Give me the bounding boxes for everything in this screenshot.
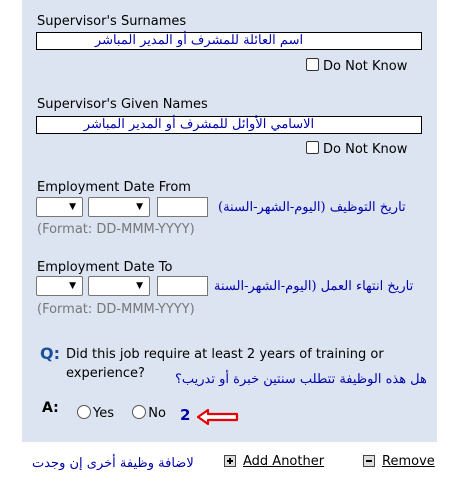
question-marker: Q: — [40, 344, 60, 363]
supervisor-given-names-arabic-label: الاسامي الأوائل للمشرف أو المدير المباشر — [83, 117, 315, 132]
remove-icon[interactable] — [363, 455, 375, 467]
chevron-down-icon: ▼ — [136, 202, 143, 212]
annotation-number: 2 — [180, 406, 191, 424]
supervisor-given-names-input[interactable]: الاسامي الأوائل للمشرف أو المدير المباشر — [36, 116, 422, 134]
to-day-select[interactable]: ▼ — [36, 276, 83, 296]
supervisor-surnames-input[interactable]: اسم العائلة للمشرف أو المدير المباشر — [36, 32, 422, 50]
supervisor-surnames-label: Supervisor's Surnames — [37, 14, 187, 29]
chevron-down-icon: ▼ — [69, 202, 76, 212]
chevron-down-icon: ▼ — [69, 281, 76, 291]
employment-date-from-arabic: تاريخ التوظيف (اليوم-الشهر-السنة) — [218, 200, 406, 215]
employment-date-to-label: Employment Date To — [37, 260, 173, 275]
no-label: No — [148, 406, 166, 421]
answer-options: Yes No — [77, 405, 166, 421]
add-another-arabic: لاضافة وظيفة أخرى إن وجدت — [32, 456, 194, 471]
from-day-select[interactable]: ▼ — [36, 197, 83, 217]
employment-date-from-label: Employment Date From — [37, 180, 191, 195]
yes-radio[interactable] — [77, 405, 91, 419]
question-arabic: هل هذه الوظيفة تتطلب سنتين خبرة أو تدريب… — [175, 372, 427, 387]
surnames-do-not-know-checkbox[interactable] — [306, 58, 319, 71]
given-names-do-not-know[interactable]: Do Not Know — [306, 141, 407, 157]
to-month-select[interactable]: ▼ — [88, 276, 150, 296]
to-format-hint: (Format: DD-MMM-YYYY) — [37, 302, 195, 317]
answer-marker: A: — [42, 400, 59, 416]
surnames-do-not-know-label: Do Not Know — [323, 59, 408, 74]
employment-date-to-arabic: تاريخ انتهاء العمل (اليوم-الشهر-السنة — [214, 279, 414, 294]
surnames-do-not-know[interactable]: Do Not Know — [306, 58, 407, 74]
add-another-link[interactable]: Add Another — [243, 454, 324, 469]
from-format-hint: (Format: DD-MMM-YYYY) — [37, 222, 195, 237]
left-arrow-icon — [196, 408, 239, 426]
from-year-input[interactable] — [157, 197, 208, 217]
yes-label: Yes — [93, 406, 114, 421]
add-icon[interactable] — [224, 455, 236, 467]
supervisor-surnames-arabic-label: اسم العائلة للمشرف أو المدير المباشر — [94, 33, 304, 48]
to-year-input[interactable] — [157, 276, 208, 296]
supervisor-given-names-label: Supervisor's Given Names — [37, 97, 208, 112]
no-radio[interactable] — [132, 405, 147, 419]
remove-link[interactable]: Remove — [382, 454, 435, 469]
from-month-select[interactable]: ▼ — [88, 197, 150, 217]
chevron-down-icon: ▼ — [136, 281, 143, 291]
given-names-do-not-know-label: Do Not Know — [323, 142, 408, 157]
given-names-do-not-know-checkbox[interactable] — [306, 141, 319, 154]
